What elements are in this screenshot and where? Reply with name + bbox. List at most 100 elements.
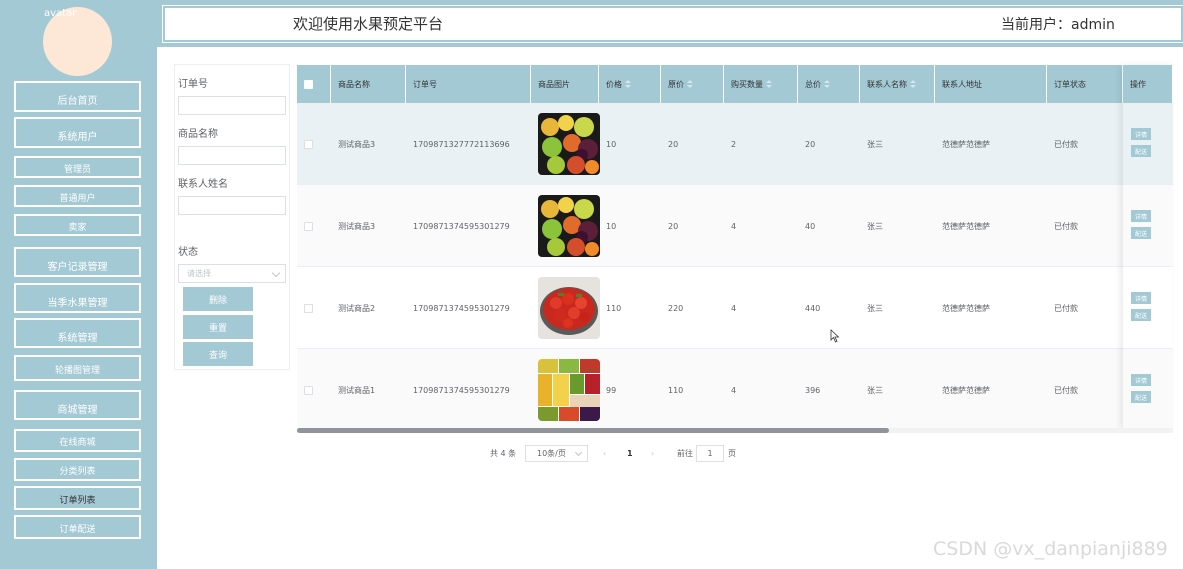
product-image-cell: [531, 349, 600, 431]
sidebar-item-label: 轮播图管理: [54, 365, 100, 376]
select-all-checkbox[interactable]: [304, 79, 313, 89]
sidebar-item-label: 当季水果管理: [47, 297, 108, 309]
page-number-current[interactable]: 1: [627, 445, 633, 462]
contact-name-input[interactable]: [178, 196, 286, 215]
detail-button[interactable]: 详情: [1131, 210, 1151, 222]
quantity-cell: 4: [731, 385, 737, 395]
total-cell: 40: [805, 221, 816, 231]
mouse-cursor-icon: [830, 329, 840, 343]
product-name-input[interactable]: [178, 146, 286, 165]
product-name-cell: 测试商品1: [338, 385, 376, 395]
detail-button[interactable]: 详情: [1131, 292, 1151, 304]
contact-name-cell: 张三: [867, 221, 883, 231]
row-checkbox[interactable]: [304, 385, 313, 395]
column-header-label: 原价: [668, 79, 684, 89]
row-checkbox[interactable]: [304, 303, 313, 313]
column-header-label: 总价: [805, 79, 821, 89]
sidebar-item-mall-management[interactable]: 商城管理: [14, 390, 141, 420]
contact-address-cell: 范德萨范德萨: [942, 303, 990, 313]
table-row[interactable]: 测试商品3 1709871327772113696 10 20 2 20 张三 …: [297, 103, 1173, 185]
row-checkbox[interactable]: [304, 139, 313, 149]
column-header-label: 订单号: [413, 79, 437, 89]
sort-icon[interactable]: [824, 80, 830, 88]
sidebar-item-carousel[interactable]: 轮播图管理: [14, 355, 141, 381]
column-header-sortable[interactable]: 总价: [798, 65, 860, 103]
price-cell: 99: [606, 385, 617, 395]
next-page-icon[interactable]: ›: [651, 445, 654, 462]
horizontal-scrollbar-thumb[interactable]: [297, 428, 889, 433]
row-select-cell: [297, 267, 331, 349]
row-checkbox[interactable]: [304, 221, 313, 231]
table-row[interactable]: 测试商品3 1709871374595301279 10 20 4 40 张三 …: [297, 185, 1173, 267]
goto-suffix: 页: [728, 449, 736, 458]
select-all-cell: [297, 65, 331, 103]
sidebar-item-label: 在线商城: [59, 438, 96, 448]
status-select[interactable]: 请选择: [178, 264, 286, 283]
sidebar-item-category-list[interactable]: 分类列表: [14, 458, 141, 481]
sidebar-item-label: 订单列表: [59, 495, 96, 506]
query-button[interactable]: 查询: [183, 342, 253, 366]
original-price-cell: 20: [668, 221, 679, 231]
column-header: 商品名称: [331, 65, 406, 103]
column-header-sortable[interactable]: 价格: [599, 65, 661, 103]
page-size-select[interactable]: 10条/页: [525, 445, 588, 462]
product-image-strawberries: [538, 277, 600, 339]
sidebar-item-customer-records[interactable]: 客户记录管理: [14, 247, 141, 277]
deliver-button[interactable]: 配送: [1131, 309, 1151, 321]
status-select-placeholder: 请选择: [187, 269, 211, 278]
column-header: 联系人地址: [935, 65, 1047, 103]
column-header-label: 价格: [606, 79, 622, 89]
order-status-cell: 已付款: [1054, 303, 1078, 313]
sidebar-item-order-list[interactable]: 订单列表: [14, 486, 141, 510]
row-select-cell: [297, 103, 331, 185]
price-cell: 110: [606, 303, 622, 313]
detail-button[interactable]: 详情: [1131, 374, 1151, 386]
sidebar-item-admin[interactable]: 管理员: [14, 156, 141, 178]
contact-name-cell: 张三: [867, 385, 883, 395]
page-size-value: 10条/页: [537, 449, 566, 458]
reset-button[interactable]: 重置: [183, 315, 253, 339]
product-name-cell: 测试商品3: [338, 139, 376, 149]
column-header-sortable[interactable]: 购买数量: [724, 65, 798, 103]
page-title: 欢迎使用水果预定平台: [293, 15, 444, 33]
sidebar-item-seasonal-fruit[interactable]: 当季水果管理: [14, 283, 141, 313]
sidebar-item-order-delivery[interactable]: 订单配送: [14, 515, 141, 539]
column-header-sortable[interactable]: 原价: [661, 65, 724, 103]
chevron-down-icon: [271, 268, 281, 278]
sidebar-item-home[interactable]: 后台首页: [14, 81, 141, 112]
deliver-button[interactable]: 配送: [1131, 227, 1151, 239]
sidebar-item-label: 系统用户: [57, 132, 98, 143]
order-no-input[interactable]: [178, 96, 286, 115]
table-row[interactable]: 测试商品2 1709871374595301279 110 220 4 440 …: [297, 267, 1173, 349]
deliver-button[interactable]: 配送: [1131, 391, 1151, 403]
table-row[interactable]: 测试商品1 1709871374595301279 99 110 4 396 张…: [297, 349, 1173, 431]
sidebar-item-label: 后台首页: [57, 96, 98, 107]
sidebar-item-system-users[interactable]: 系统用户: [14, 117, 141, 148]
deliver-button[interactable]: 配送: [1131, 145, 1151, 157]
sort-icon[interactable]: [687, 80, 693, 88]
original-price-cell: 110: [668, 385, 684, 395]
contact-name-label: 联系人姓名: [178, 179, 228, 190]
sidebar: avatar 后台首页 系统用户 管理员 普通用户 卖家 客户记录管理 当季水果…: [0, 0, 157, 569]
sort-icon[interactable]: [766, 80, 772, 88]
sidebar-item-system-management[interactable]: 系统管理: [14, 318, 141, 348]
delete-button[interactable]: 删除: [183, 287, 253, 311]
detail-button[interactable]: 详情: [1131, 128, 1151, 140]
sort-icon[interactable]: [625, 80, 631, 88]
contact-name-cell: 张三: [867, 139, 883, 149]
order-status-cell: 已付款: [1054, 139, 1078, 149]
prev-page-icon[interactable]: ‹: [603, 445, 606, 462]
sort-icon[interactable]: [910, 80, 916, 88]
sidebar-item-online-mall[interactable]: 在线商城: [14, 429, 141, 452]
contact-address-cell: 范德萨范德萨: [942, 139, 990, 149]
contact-name-cell: 张三: [867, 303, 883, 313]
column-header-label: 订单状态: [1054, 79, 1086, 89]
column-header: 订单状态: [1047, 65, 1123, 103]
sidebar-item-normal-users[interactable]: 普通用户: [14, 185, 141, 207]
column-header-sortable[interactable]: 联系人名称: [860, 65, 935, 103]
original-price-cell: 20: [668, 139, 679, 149]
goto-page-input[interactable]: 1: [696, 445, 724, 462]
contact-address-cell: 范德萨范德萨: [942, 221, 990, 231]
sidebar-item-sellers[interactable]: 卖家: [14, 214, 141, 236]
product-name-cell: 测试商品2: [338, 303, 376, 313]
